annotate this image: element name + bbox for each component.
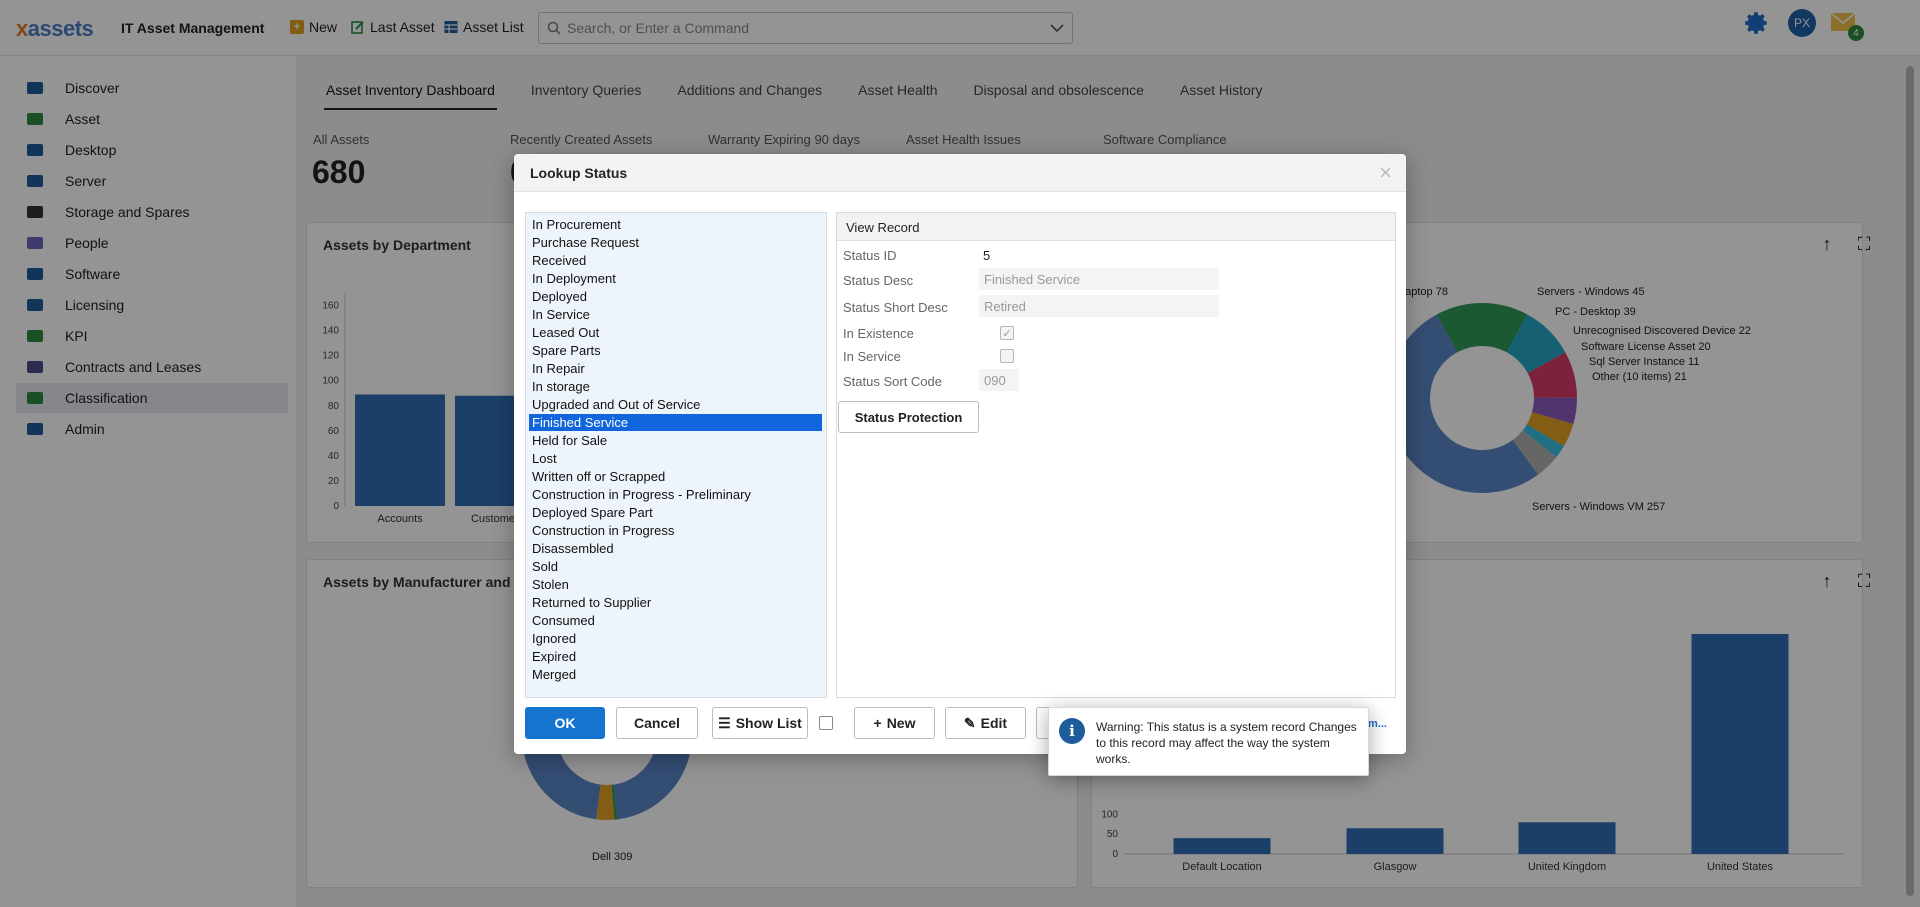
dialog-header: Lookup Status × bbox=[514, 154, 1406, 192]
status-list-item[interactable]: Disassembled bbox=[529, 540, 822, 557]
status-list-item[interactable]: Deployed Spare Part bbox=[529, 504, 822, 521]
status-list-item[interactable]: Merged bbox=[529, 666, 822, 683]
lookup-status-dialog: Lookup Status × In Procurement Purchase R… bbox=[514, 154, 1406, 754]
dialog-title: Lookup Status bbox=[530, 165, 628, 181]
list-icon: ☰ bbox=[718, 714, 731, 731]
status-id-value: 5 bbox=[983, 248, 991, 263]
status-desc-field[interactable] bbox=[979, 268, 1219, 290]
new-record-button[interactable]: + New bbox=[854, 707, 935, 739]
status-list-item[interactable]: Construction in Progress - Preliminary bbox=[529, 486, 822, 503]
status-list-item[interactable]: Finished Service bbox=[529, 414, 822, 431]
select-checkbox[interactable] bbox=[819, 716, 833, 730]
status-list-item[interactable]: Purchase Request bbox=[529, 234, 822, 251]
warning-toast: i Warning: This status is a system recor… bbox=[1048, 707, 1369, 776]
cancel-button[interactable]: Cancel bbox=[616, 707, 698, 739]
status-id-label: Status ID bbox=[843, 248, 897, 263]
status-sort-code-field[interactable] bbox=[979, 369, 1019, 391]
status-list-item[interactable]: Received bbox=[529, 252, 822, 269]
status-list-item[interactable]: In storage bbox=[529, 378, 822, 395]
warning-message: Warning: This status is a system record … bbox=[1096, 720, 1357, 766]
status-list-item[interactable]: In Service bbox=[529, 306, 822, 323]
status-list[interactable]: In Procurement Purchase Request Received In… bbox=[525, 212, 827, 698]
status-list-item[interactable]: Spare Parts bbox=[529, 342, 822, 359]
pencil-icon: ✎ bbox=[963, 714, 976, 731]
status-list-item[interactable]: Returned to Supplier bbox=[529, 594, 822, 611]
status-short-desc-field[interactable] bbox=[979, 295, 1219, 317]
status-list-item[interactable]: In Deployment bbox=[529, 270, 822, 287]
show-list-button[interactable]: ☰ Show List bbox=[712, 707, 808, 739]
status-list-item[interactable]: Upgraded and Out of Service bbox=[529, 396, 822, 413]
status-list-item[interactable]: Sold bbox=[529, 558, 822, 575]
plus-icon: + bbox=[873, 715, 882, 731]
status-list-item[interactable]: Ignored bbox=[529, 630, 822, 647]
in-existence-label: In Existence bbox=[843, 326, 914, 341]
status-short-desc-label: Status Short Desc bbox=[843, 300, 948, 315]
in-service-label: In Service bbox=[843, 349, 901, 364]
status-list-item[interactable]: In Repair bbox=[529, 360, 822, 377]
status-desc-label: Status Desc bbox=[843, 273, 914, 288]
in-service-checkbox[interactable] bbox=[1000, 349, 1014, 363]
status-list-item[interactable]: Written off or Scrapped bbox=[529, 468, 822, 485]
edit-button[interactable]: ✎ Edit bbox=[945, 707, 1026, 739]
status-sort-code-label: Status Sort Code bbox=[843, 374, 942, 389]
status-list-item[interactable]: Stolen bbox=[529, 576, 822, 593]
in-existence-checkbox[interactable]: ✓ bbox=[1000, 326, 1014, 340]
status-list-item[interactable]: Deployed bbox=[529, 288, 822, 305]
status-list-item[interactable]: Held for Sale bbox=[529, 432, 822, 449]
status-list-item[interactable]: Consumed bbox=[529, 612, 822, 629]
view-record-header: View Record bbox=[837, 213, 1395, 241]
status-list-item[interactable]: In Procurement bbox=[529, 216, 822, 233]
status-list-item[interactable]: Leased Out bbox=[529, 324, 822, 341]
view-record-panel: View Record Status ID 5 Status Desc Stat… bbox=[836, 212, 1396, 698]
close-icon[interactable]: × bbox=[1379, 160, 1392, 186]
status-list-item[interactable]: Lost bbox=[529, 450, 822, 467]
status-protection-button[interactable]: Status Protection bbox=[838, 401, 979, 433]
ok-button[interactable]: OK bbox=[525, 707, 605, 739]
status-list-item[interactable]: Construction in Progress bbox=[529, 522, 822, 539]
status-list-item[interactable]: Expired bbox=[529, 648, 822, 665]
info-icon: i bbox=[1059, 718, 1085, 744]
